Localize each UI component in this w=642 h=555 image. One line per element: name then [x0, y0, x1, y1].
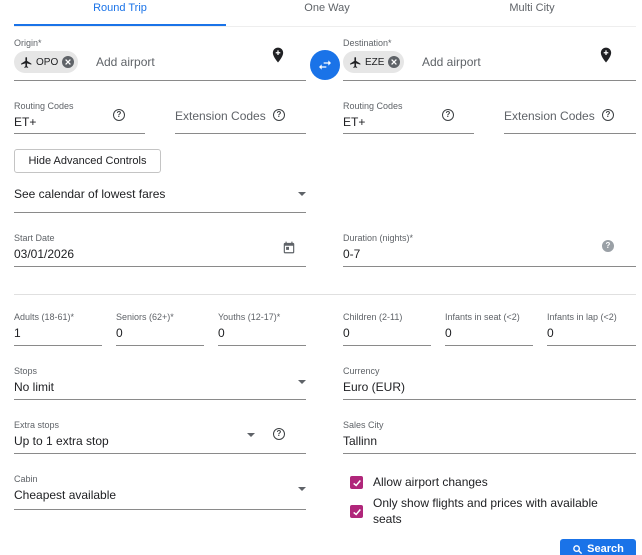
- calendar-select[interactable]: See calendar of lowest fares: [14, 187, 165, 201]
- destination-label: Destination*: [343, 38, 392, 48]
- infants-lap-label: Infants in lap (<2): [547, 312, 617, 322]
- tab-round-trip[interactable]: Round Trip: [14, 0, 226, 26]
- check-icon: [352, 479, 361, 487]
- airplane-icon: [21, 56, 32, 68]
- destination-input[interactable]: Add airport: [422, 55, 481, 69]
- help-icon[interactable]: ?: [602, 240, 614, 252]
- duration-underline: [343, 266, 636, 267]
- extension-codes-underline: [175, 133, 306, 134]
- swap-button[interactable]: [310, 50, 340, 80]
- sales-city-input[interactable]: Tallinn: [343, 434, 377, 448]
- sales-city-underline: [343, 453, 636, 454]
- hide-advanced-controls-button[interactable]: Hide Advanced Controls: [14, 149, 161, 173]
- allow-airport-changes-checkbox[interactable]: [350, 476, 363, 489]
- extension-codes-underline: [504, 133, 636, 134]
- extra-stops-select[interactable]: Up to 1 extra stop: [14, 434, 109, 448]
- infants-seat-label: Infants in seat (<2): [445, 312, 520, 322]
- destination-chip[interactable]: EZE: [343, 51, 405, 73]
- clear-icon[interactable]: [62, 56, 75, 68]
- routing-codes-underline: [343, 133, 474, 134]
- origin-input[interactable]: Add airport: [96, 55, 155, 69]
- stops-underline: [14, 399, 306, 400]
- start-date-underline: [14, 266, 306, 267]
- infants-lap-underline: [547, 345, 636, 346]
- origin-underline: [14, 80, 306, 81]
- youths-input[interactable]: 0: [218, 326, 225, 340]
- available-seats-checkbox[interactable]: [350, 505, 363, 518]
- youths-underline: [218, 345, 306, 346]
- clear-icon[interactable]: [388, 56, 401, 68]
- help-icon[interactable]: ?: [113, 109, 125, 121]
- help-icon[interactable]: ?: [442, 109, 454, 121]
- help-icon[interactable]: ?: [273, 109, 285, 121]
- tab-multi-city[interactable]: Multi City: [428, 0, 636, 26]
- help-icon[interactable]: ?: [273, 428, 285, 440]
- destination-chip-code: EZE: [365, 56, 385, 68]
- airplane-icon: [350, 56, 361, 68]
- add-location-icon[interactable]: [599, 47, 613, 63]
- origin-label: Origin*: [14, 38, 42, 48]
- cabin-underline: [14, 509, 306, 510]
- adults-label: Adults (18-61)*: [14, 312, 75, 322]
- infants-seat-input[interactable]: 0: [445, 326, 452, 340]
- search-button[interactable]: Search: [560, 539, 636, 555]
- children-input[interactable]: 0: [343, 326, 350, 340]
- extra-stops-label: Extra stops: [14, 420, 60, 430]
- tab-one-way[interactable]: One Way: [226, 0, 428, 26]
- check-icon: [352, 508, 361, 516]
- currency-input[interactable]: Euro (EUR): [343, 380, 405, 394]
- available-seats-label: Only show flights and prices with availa…: [373, 496, 598, 526]
- chevron-down-icon[interactable]: [247, 433, 255, 437]
- cabin-label: Cabin: [14, 474, 38, 484]
- tabs-divider: [14, 26, 636, 27]
- start-date-input[interactable]: 03/01/2026: [14, 247, 74, 261]
- allow-airport-changes-label: Allow airport changes: [373, 475, 488, 489]
- routing-codes-label: Routing Codes: [14, 101, 74, 111]
- origin-chip[interactable]: OPO: [14, 51, 79, 73]
- adults-input[interactable]: 1: [14, 326, 21, 340]
- extension-codes-input[interactable]: Extension Codes: [175, 109, 266, 123]
- add-location-icon[interactable]: [271, 47, 285, 63]
- calendar-icon[interactable]: [282, 240, 296, 255]
- infants-lap-input[interactable]: 0: [547, 326, 554, 340]
- start-date-label: Start Date: [14, 233, 55, 243]
- children-label: Children (2-11): [343, 312, 403, 322]
- cabin-select[interactable]: Cheapest available: [14, 488, 116, 502]
- currency-underline: [343, 399, 636, 400]
- chevron-down-icon[interactable]: [298, 380, 306, 384]
- sales-city-label: Sales City: [343, 420, 384, 430]
- routing-codes-underline: [14, 133, 145, 134]
- routing-codes-label: Routing Codes: [343, 101, 403, 111]
- routing-codes-input[interactable]: ET+: [343, 115, 365, 129]
- youths-label: Youths (12-17)*: [218, 312, 281, 322]
- extra-stops-underline: [14, 453, 306, 454]
- swap-icon: [319, 60, 331, 70]
- destination-underline: [343, 80, 636, 81]
- help-icon[interactable]: ?: [602, 109, 614, 121]
- chevron-down-icon[interactable]: [298, 192, 306, 196]
- children-underline: [343, 345, 431, 346]
- routing-codes-input[interactable]: ET+: [14, 115, 36, 129]
- chevron-down-icon[interactable]: [298, 487, 306, 491]
- duration-label: Duration (nights)*: [343, 233, 414, 243]
- search-button-label: Search: [587, 543, 624, 555]
- seniors-input[interactable]: 0: [116, 326, 123, 340]
- duration-input[interactable]: 0-7: [343, 247, 360, 261]
- stops-select[interactable]: No limit: [14, 380, 54, 394]
- seniors-label: Seniors (62+)*: [116, 312, 174, 322]
- currency-label: Currency: [343, 366, 380, 376]
- origin-chip-code: OPO: [36, 56, 59, 68]
- infants-seat-underline: [445, 345, 533, 346]
- section-divider: [14, 294, 636, 295]
- extension-codes-input[interactable]: Extension Codes: [504, 109, 595, 123]
- adults-underline: [14, 345, 102, 346]
- stops-label: Stops: [14, 366, 38, 376]
- calendar-select-underline: [14, 212, 306, 213]
- seniors-underline: [116, 345, 204, 346]
- search-icon: [573, 544, 583, 554]
